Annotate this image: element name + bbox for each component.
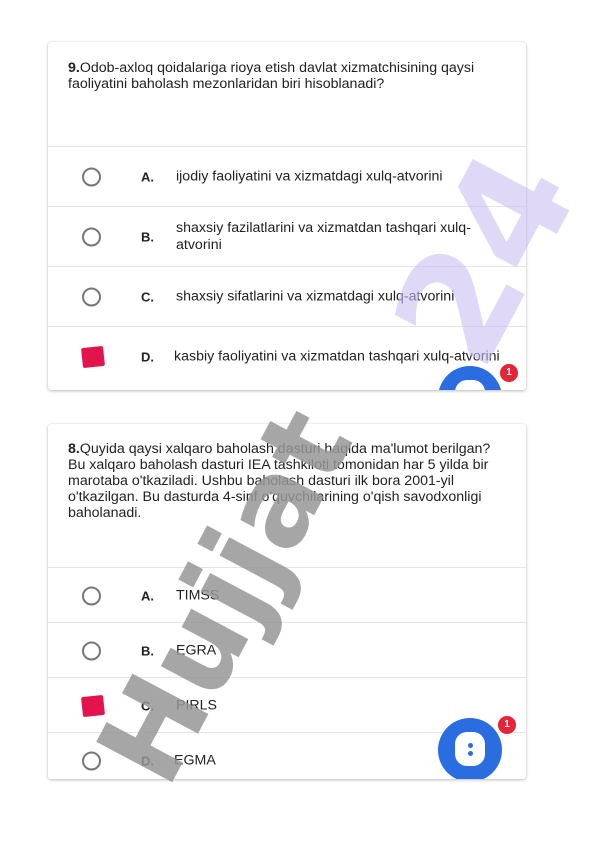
radio-button-selected[interactable] xyxy=(81,694,105,717)
notification-badge: 1 xyxy=(500,364,518,382)
option-text: PIRLS xyxy=(176,697,218,713)
option-letter: B. xyxy=(141,229,154,245)
option-text: shaxsiy fazilatlarini va xizmatdan tashq… xyxy=(176,220,471,253)
question-card-8: 8.Quyida qaysi xalqaro baholash dasturi … xyxy=(48,424,526,779)
option-b[interactable]: B. shaxsiy fazilatlarini va xizmatdan ta… xyxy=(48,206,526,267)
dot-icon xyxy=(468,751,473,756)
chat-bubble-icon xyxy=(455,732,485,766)
option-letter: A. xyxy=(141,169,154,185)
question-body: Odob-axloq qoidalariga rioya etish davla… xyxy=(68,60,475,92)
option-letter: D. xyxy=(141,349,154,365)
radio-button[interactable] xyxy=(82,167,101,187)
option-letter: D. xyxy=(141,753,154,768)
question-number: 9. xyxy=(68,60,80,76)
option-b[interactable]: B. EGRA xyxy=(48,622,526,678)
option-a[interactable]: A. ijodiy faoliyatini va xizmatdagi xulq… xyxy=(48,146,526,207)
radio-button[interactable] xyxy=(82,227,101,247)
chat-bubble-icon xyxy=(455,380,485,390)
option-c[interactable]: C. shaxsiy sifatlarini va xizmatdagi xul… xyxy=(48,266,526,327)
option-letter: B. xyxy=(141,643,154,658)
question-card-9: 9.Odob-axloq qoidalariga rioya etish dav… xyxy=(48,42,526,390)
option-a[interactable]: A. TIMSS xyxy=(48,567,526,623)
option-text: EGRA xyxy=(176,642,217,658)
radio-button[interactable] xyxy=(82,586,101,605)
option-letter: C. xyxy=(141,698,154,713)
question-body: Quyida qaysi xalqaro baholash dasturi ha… xyxy=(68,441,491,521)
question-text: 8.Quyida qaysi xalqaro baholash dasturi … xyxy=(68,441,496,521)
option-letter: A. xyxy=(141,588,154,603)
notification-badge: 1 xyxy=(498,716,516,734)
radio-button-selected[interactable] xyxy=(81,345,105,369)
option-text: shaxsiy sifatlarini va xizmatdagi xulq-a… xyxy=(176,288,455,305)
option-text: ijodiy faoliyatini va xizmatdagi xulq-at… xyxy=(176,168,443,185)
radio-button[interactable] xyxy=(82,751,101,770)
radio-button[interactable] xyxy=(82,641,101,660)
question-number: 8. xyxy=(68,441,80,457)
question-text: 9.Odob-axloq qoidalariga rioya etish dav… xyxy=(68,60,496,92)
radio-button[interactable] xyxy=(82,287,101,307)
chat-button[interactable] xyxy=(438,718,502,779)
option-letter: C. xyxy=(141,289,154,305)
dot-icon xyxy=(468,743,473,748)
option-text: TIMSS xyxy=(176,587,220,603)
option-text: kasbiy faoliyatini va xizmatdan tashqari… xyxy=(174,348,500,365)
